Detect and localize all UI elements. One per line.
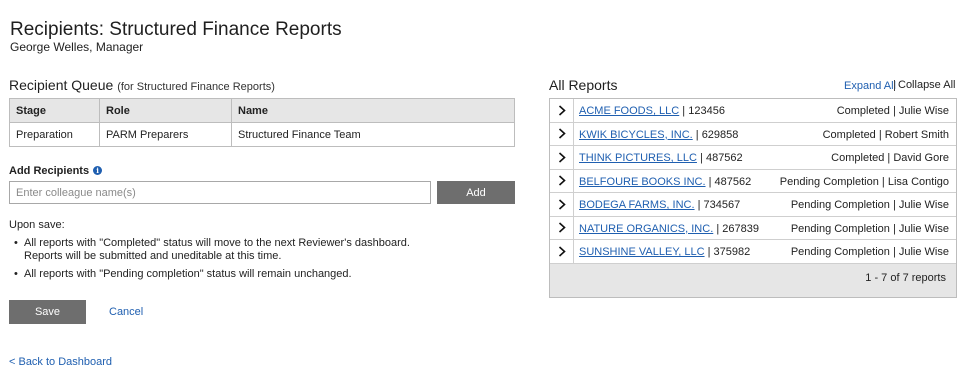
add-recipients-label: Add Recipients i (9, 165, 103, 177)
note-completed: All reports with "Completed" status will… (14, 237, 410, 263)
status-text: Pending Completion (779, 175, 879, 188)
expand-all-link[interactable]: Expand All (844, 80, 896, 92)
report-title: THINK PICTURES, LLC | 487562 (579, 152, 743, 164)
reports-list: ACME FOODS, LLC | 123456 Completed | Jul… (549, 98, 957, 298)
owner-name: Julie Wise (898, 199, 949, 211)
status-text: Completed (831, 152, 885, 164)
info-icon[interactable]: i (93, 166, 103, 175)
report-title: KWIK BICYCLES, INC. | 629858 (579, 128, 739, 141)
company-link[interactable]: NATURE ORGANICS, INC. (579, 223, 713, 235)
back-to-dashboard-link[interactable]: < Back to Dashboard (9, 356, 112, 368)
report-id: 734567 (703, 199, 741, 211)
owner-name: Lisa Contigo (887, 175, 949, 188)
status-text: Completed (836, 105, 890, 117)
chevron-right-icon[interactable] (550, 169, 574, 192)
company-link[interactable]: SUNSHINE VALLEY, LLC (579, 246, 705, 258)
chevron-right-icon[interactable] (550, 146, 574, 169)
owner-name: Julie Wise (898, 105, 949, 117)
report-title: NATURE ORGANICS, INC. | 267839 (579, 222, 759, 235)
recipient-queue-title: Recipient Queue (9, 77, 114, 93)
company-link[interactable]: THINK PICTURES, LLC (579, 152, 697, 164)
report-status: Pending Completion | Lisa Contigo (779, 175, 949, 188)
table-row: Preparation PARM Preparers Structured Fi… (9, 122, 515, 147)
report-id: 123456 (688, 105, 725, 117)
owner-name: David Gore (893, 152, 949, 164)
report-status: Completed | Julie Wise (836, 105, 949, 117)
owner-name: Julie Wise (898, 246, 949, 258)
add-recipient-button[interactable]: Add (437, 181, 515, 204)
column-header-stage: Stage (9, 98, 100, 123)
status-text: Pending Completion (790, 246, 890, 258)
save-button[interactable]: Save (9, 300, 86, 324)
table-header-row: Stage Role Name (9, 98, 515, 123)
report-title: BELFOURE BOOKS INC. | 487562 (579, 175, 752, 188)
cell-role: PARM Preparers (99, 122, 232, 147)
colleague-name-input[interactable] (9, 181, 431, 204)
recipient-queue-subtitle: (for Structured Finance Reports) (117, 81, 275, 93)
report-id: 629858 (701, 128, 739, 141)
report-status: Pending Completion | Julie Wise (790, 246, 949, 258)
report-title: ACME FOODS, LLC | 123456 (579, 105, 725, 117)
status-text: Pending Completion (790, 199, 890, 211)
report-status: Pending Completion | Julie Wise (790, 222, 949, 235)
report-status: Pending Completion | Julie Wise (790, 199, 949, 211)
pagination-summary: 1 - 7 of 7 reports (865, 272, 946, 284)
status-text: Completed (822, 128, 876, 141)
report-row[interactable]: ACME FOODS, LLC | 123456 Completed | Jul… (550, 99, 956, 123)
report-row[interactable]: SUNSHINE VALLEY, LLC | 375982 Pending Co… (550, 240, 956, 264)
company-link[interactable]: KWIK BICYCLES, INC. (579, 129, 693, 141)
report-row[interactable]: THINK PICTURES, LLC | 487562 Completed |… (550, 146, 956, 170)
recipient-queue-table: Stage Role Name Preparation PARM Prepare… (9, 98, 515, 147)
note-completed-line-1: All reports with "Completed" status will… (24, 237, 410, 249)
add-recipients-text: Add Recipients (9, 165, 90, 177)
cell-name: Structured Finance Team (231, 122, 515, 147)
page-title: Recipients: Structured Finance Reports (10, 19, 342, 40)
chevron-right-icon[interactable] (550, 216, 574, 239)
column-header-role: Role (99, 98, 232, 123)
note-pending-text: All reports with "Pending completion" st… (24, 268, 352, 280)
column-header-name: Name (231, 98, 515, 123)
report-title: BODEGA FARMS, INC. | 734567 (579, 199, 741, 211)
upon-save-heading: Upon save: (9, 219, 65, 231)
note-completed-line-2: Reports will be submitted and uneditable… (24, 250, 282, 262)
report-row[interactable]: BELFOURE BOOKS INC. | 487562 Pending Com… (550, 169, 956, 193)
report-id: 267839 (722, 222, 759, 235)
collapse-all-link[interactable]: Collapse All (894, 80, 955, 91)
page-subtitle: George Welles, Manager (10, 40, 144, 54)
report-status: Completed | David Gore (831, 152, 949, 164)
chevron-right-icon[interactable] (550, 240, 574, 263)
chevron-right-icon[interactable] (550, 193, 574, 216)
owner-name: Robert Smith (884, 128, 949, 141)
all-reports-heading: All Reports (549, 77, 618, 93)
company-link[interactable]: BELFOURE BOOKS INC. (579, 176, 706, 188)
company-link[interactable]: ACME FOODS, LLC (579, 105, 679, 117)
owner-name: Julie Wise (898, 222, 949, 235)
report-row[interactable]: NATURE ORGANICS, INC. | 267839 Pending C… (550, 216, 956, 240)
report-row[interactable]: BODEGA FARMS, INC. | 734567 Pending Comp… (550, 193, 956, 217)
report-title: SUNSHINE VALLEY, LLC | 375982 (579, 246, 751, 258)
recipient-queue-heading: Recipient Queue (for Structured Finance … (9, 77, 275, 93)
note-pending: All reports with "Pending completion" st… (14, 268, 410, 281)
cancel-link[interactable]: Cancel (109, 306, 143, 318)
chevron-right-icon[interactable] (550, 99, 574, 122)
report-id: 487562 (705, 152, 743, 164)
cell-stage: Preparation (9, 122, 100, 147)
status-text: Pending Completion (790, 222, 890, 235)
report-id: 487562 (714, 175, 752, 188)
company-link[interactable]: BODEGA FARMS, INC. (579, 199, 695, 211)
report-status: Completed | Robert Smith (822, 128, 949, 141)
report-id: 375982 (713, 246, 751, 258)
chevron-right-icon[interactable] (550, 122, 574, 145)
upon-save-notes: All reports with "Completed" status will… (14, 237, 410, 281)
report-row[interactable]: KWIK BICYCLES, INC. | 629858 Completed |… (550, 122, 956, 146)
